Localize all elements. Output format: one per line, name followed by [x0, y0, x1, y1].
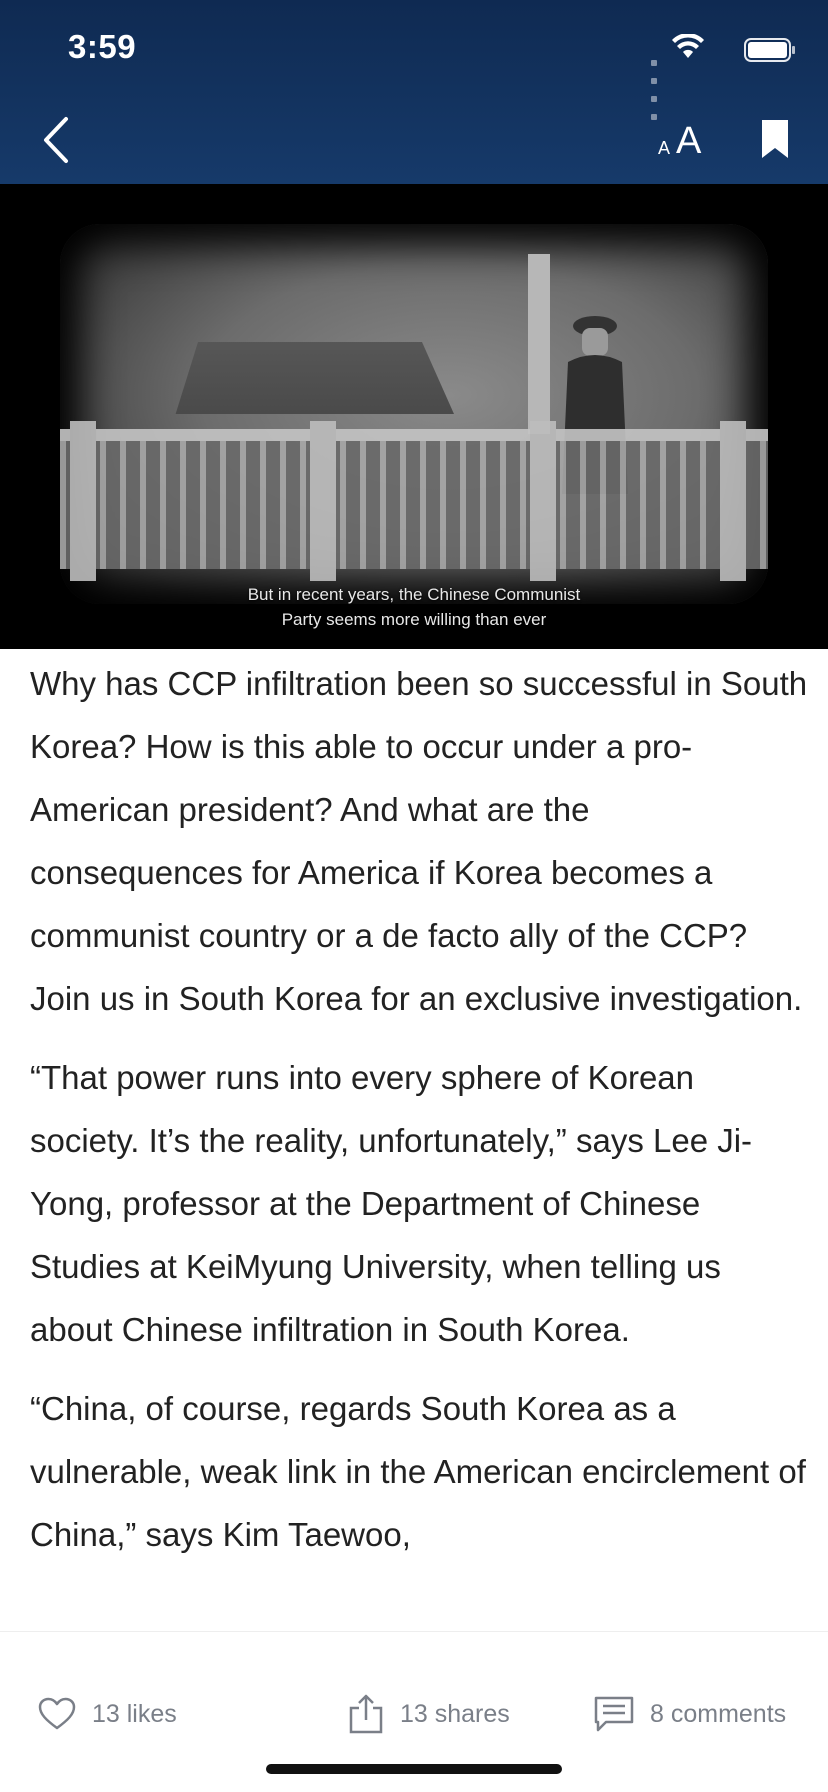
- status-time: 3:59: [68, 28, 137, 65]
- article-body: Why has CCP infiltration been so success…: [30, 652, 810, 1582]
- railing-shape: [60, 421, 768, 581]
- back-button[interactable]: [40, 115, 76, 165]
- like-button[interactable]: 13 likes: [38, 1692, 177, 1736]
- video-player[interactable]: But in recent years, the Chinese Communi…: [0, 184, 828, 649]
- bookmark-icon: [762, 120, 788, 158]
- comments-button[interactable]: 8 comments: [594, 1692, 786, 1736]
- font-size-large-glyph: A: [676, 120, 702, 162]
- font-size-small-glyph: A: [658, 138, 671, 158]
- video-subtitle-line-1: But in recent years, the Chinese Communi…: [247, 585, 581, 604]
- font-size-button[interactable]: A A: [656, 120, 706, 162]
- likes-count: 13 likes: [92, 1699, 177, 1728]
- battery-icon: [744, 38, 795, 62]
- comment-icon: [594, 1696, 634, 1732]
- video-subtitle-line-2: Party seems more willing than ever: [281, 610, 547, 629]
- share-icon: [349, 1694, 383, 1734]
- home-indicator[interactable]: [266, 1764, 562, 1774]
- shares-count: 13 shares: [400, 1699, 510, 1728]
- article-paragraph: Why has CCP infiltration been so success…: [30, 665, 808, 1017]
- share-button[interactable]: 13 shares: [348, 1692, 510, 1736]
- wifi-icon: [672, 34, 704, 58]
- article-paragraph: “That power runs into every sphere of Ko…: [30, 1059, 753, 1348]
- bookmark-button[interactable]: [760, 120, 790, 158]
- video-still: [60, 224, 768, 604]
- cellular-signal-icon: [651, 53, 660, 125]
- flagpole-shape: [528, 254, 550, 434]
- chevron-left-icon: [44, 117, 68, 163]
- app-header: 3:59 A A: [0, 0, 828, 184]
- article-paragraph: “China, of course, regards South Korea a…: [30, 1390, 806, 1553]
- heart-icon: [38, 1697, 76, 1730]
- comments-count: 8 comments: [650, 1699, 787, 1728]
- building-roof-shape: [175, 342, 454, 414]
